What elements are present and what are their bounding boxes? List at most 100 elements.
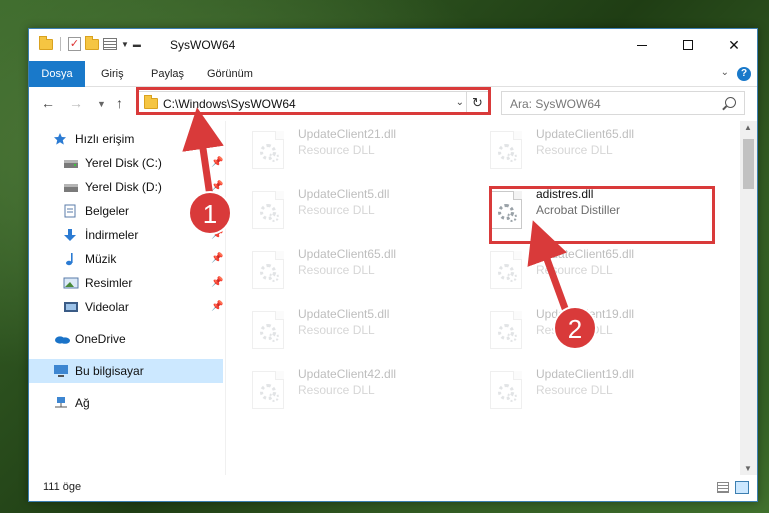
network-icon (53, 396, 69, 410)
gear-icon (269, 272, 279, 282)
properties-check-icon[interactable]: ✓ (68, 37, 81, 51)
file-item[interactable]: UpdateClient19.dll Resource DLL (464, 303, 694, 353)
sidebar-item-label: OneDrive (75, 332, 126, 346)
file-name: UpdateClient19.dll (536, 307, 635, 321)
pin-icon[interactable]: 📌 (211, 229, 223, 240)
pin-icon[interactable]: 📌 (211, 301, 223, 312)
dll-file-icon (252, 311, 284, 349)
sidebar-item-network[interactable]: Ağ (29, 391, 223, 415)
sidebar-item-pictures[interactable]: Resimler 📌 (29, 271, 223, 295)
vertical-scrollbar[interactable]: ▲ ▼ (740, 121, 757, 475)
file-name: UpdateClient42.dll (298, 367, 397, 381)
tab-share[interactable]: Paylaş (139, 61, 196, 87)
drive-icon (63, 156, 79, 170)
file-type: Resource DLL (298, 383, 375, 397)
file-item[interactable]: UpdateClient65.dll Resource DLL (464, 123, 694, 173)
dll-file-icon (252, 371, 284, 409)
large-icons-view-icon[interactable] (735, 481, 749, 494)
file-item[interactable]: UpdateClient5.dll Resource DLL (226, 303, 456, 353)
sidebar-item-label: Bu bilgisayar (75, 364, 144, 378)
search-box[interactable]: Ara: SysWOW64 (501, 91, 745, 115)
help-icon[interactable]: ? (737, 67, 751, 81)
maximize-icon (683, 40, 693, 50)
file-name: UpdateClient21.dll (298, 127, 397, 141)
navigation-pane: Hızlı erişim Yerel Disk (C:) 📌 Yerel Dis… (29, 121, 225, 475)
file-list: UpdateClient21.dll Resource DLL UpdateCl… (226, 121, 739, 475)
folder-icon[interactable] (39, 35, 53, 50)
scroll-thumb[interactable] (743, 139, 754, 189)
file-name: UpdateClient65.dll (536, 127, 635, 141)
file-item[interactable]: UpdateClient65.dll Resource DLL (226, 243, 456, 293)
close-button[interactable]: ✕ (711, 29, 757, 61)
video-icon (63, 300, 79, 314)
sidebar-item-music[interactable]: Müzik 📌 (29, 247, 223, 271)
gear-icon (507, 392, 517, 402)
minimize-button[interactable] (619, 29, 665, 61)
file-type: Resource DLL (298, 263, 375, 277)
sidebar-item-downloads[interactable]: İndirmeler 📌 (29, 223, 223, 247)
pin-icon[interactable]: 📌 (211, 157, 223, 168)
gear-icon (507, 272, 517, 282)
cloud-icon (53, 332, 70, 346)
star-icon (53, 132, 69, 146)
computer-icon (53, 364, 69, 378)
sidebar-item-this-pc[interactable]: Bu bilgisayar (29, 359, 223, 383)
tab-view[interactable]: Görünüm (195, 61, 265, 87)
sidebar-item-local-disk-d[interactable]: Yerel Disk (D:) 📌 (29, 175, 223, 199)
file-highlight (489, 186, 715, 244)
sidebar-item-quick-access[interactable]: Hızlı erişim (29, 127, 223, 151)
sidebar-item-local-disk-c[interactable]: Yerel Disk (C:) 📌 (29, 151, 223, 175)
scroll-up-icon[interactable]: ▲ (744, 123, 752, 132)
drive-icon (63, 180, 79, 194)
toolbar-separator (60, 37, 61, 51)
pin-icon[interactable]: 📌 (211, 277, 223, 288)
music-icon (63, 252, 79, 266)
address-bar-highlight (136, 87, 491, 115)
dll-file-icon (490, 311, 522, 349)
sidebar-item-documents[interactable]: Belgeler 📌 (29, 199, 223, 223)
pin-icon[interactable]: 📌 (211, 205, 223, 216)
close-icon: ✕ (728, 36, 740, 53)
file-item[interactable]: UpdateClient5.dll Resource DLL (226, 183, 456, 233)
dll-file-icon (490, 131, 522, 169)
sidebar-item-videos[interactable]: Videolar 📌 (29, 295, 223, 319)
maximize-button[interactable] (665, 29, 711, 61)
expand-ribbon-icon[interactable]: ⌄ (721, 67, 729, 78)
file-item[interactable]: UpdateClient65.dll Resource DLL (464, 243, 694, 293)
search-icon[interactable] (725, 97, 736, 108)
minimize-icon (637, 44, 647, 46)
search-placeholder[interactable]: Ara: SysWOW64 (510, 97, 601, 111)
pin-icon[interactable]: 📌 (211, 253, 223, 264)
file-item[interactable]: UpdateClient19.dll Resource DLL (464, 363, 694, 413)
dll-file-icon (252, 191, 284, 229)
details-view-icon[interactable] (717, 482, 729, 493)
file-type: Resource DLL (298, 323, 375, 337)
file-item[interactable]: UpdateClient42.dll Resource DLL (226, 363, 456, 413)
forward-arrow-icon[interactable]: → (69, 95, 83, 111)
sidebar-item-label: Resimler (85, 276, 133, 290)
sidebar-item-label: Müzik (85, 252, 117, 266)
properties-icon[interactable] (103, 38, 117, 50)
file-type: Resource DLL (536, 143, 613, 157)
back-arrow-icon[interactable]: ← (41, 95, 55, 111)
chevron-down-icon[interactable]: ▼ (121, 40, 129, 49)
file-name: UpdateClient5.dll (298, 187, 390, 201)
file-item[interactable]: UpdateClient21.dll Resource DLL (226, 123, 456, 173)
customize-toolbar-icon[interactable]: ▬ (133, 40, 141, 49)
gear-icon (269, 152, 279, 162)
tab-home[interactable]: Giriş (89, 61, 136, 87)
pin-icon[interactable]: 📌 (211, 181, 223, 192)
up-arrow-icon[interactable]: ↑ (116, 95, 123, 111)
sidebar-item-label: Yerel Disk (C:) (85, 156, 162, 170)
recent-locations-icon[interactable]: ▼ (97, 99, 106, 109)
sidebar-item-onedrive[interactable]: OneDrive (29, 327, 223, 351)
sidebar-item-label: Videolar (85, 300, 129, 314)
tab-file[interactable]: Dosya (29, 61, 85, 87)
picture-icon (63, 276, 79, 290)
status-bar: 111 öge (29, 475, 757, 501)
item-count: 111 öge (43, 481, 82, 493)
new-folder-icon[interactable] (85, 35, 99, 50)
gear-icon (269, 332, 279, 342)
explorer-window: ✓ ▼ ▬ SysWOW64 ✕ Dosya Giriş Paylaş Görü… (28, 28, 758, 502)
scroll-down-icon[interactable]: ▼ (744, 464, 752, 473)
